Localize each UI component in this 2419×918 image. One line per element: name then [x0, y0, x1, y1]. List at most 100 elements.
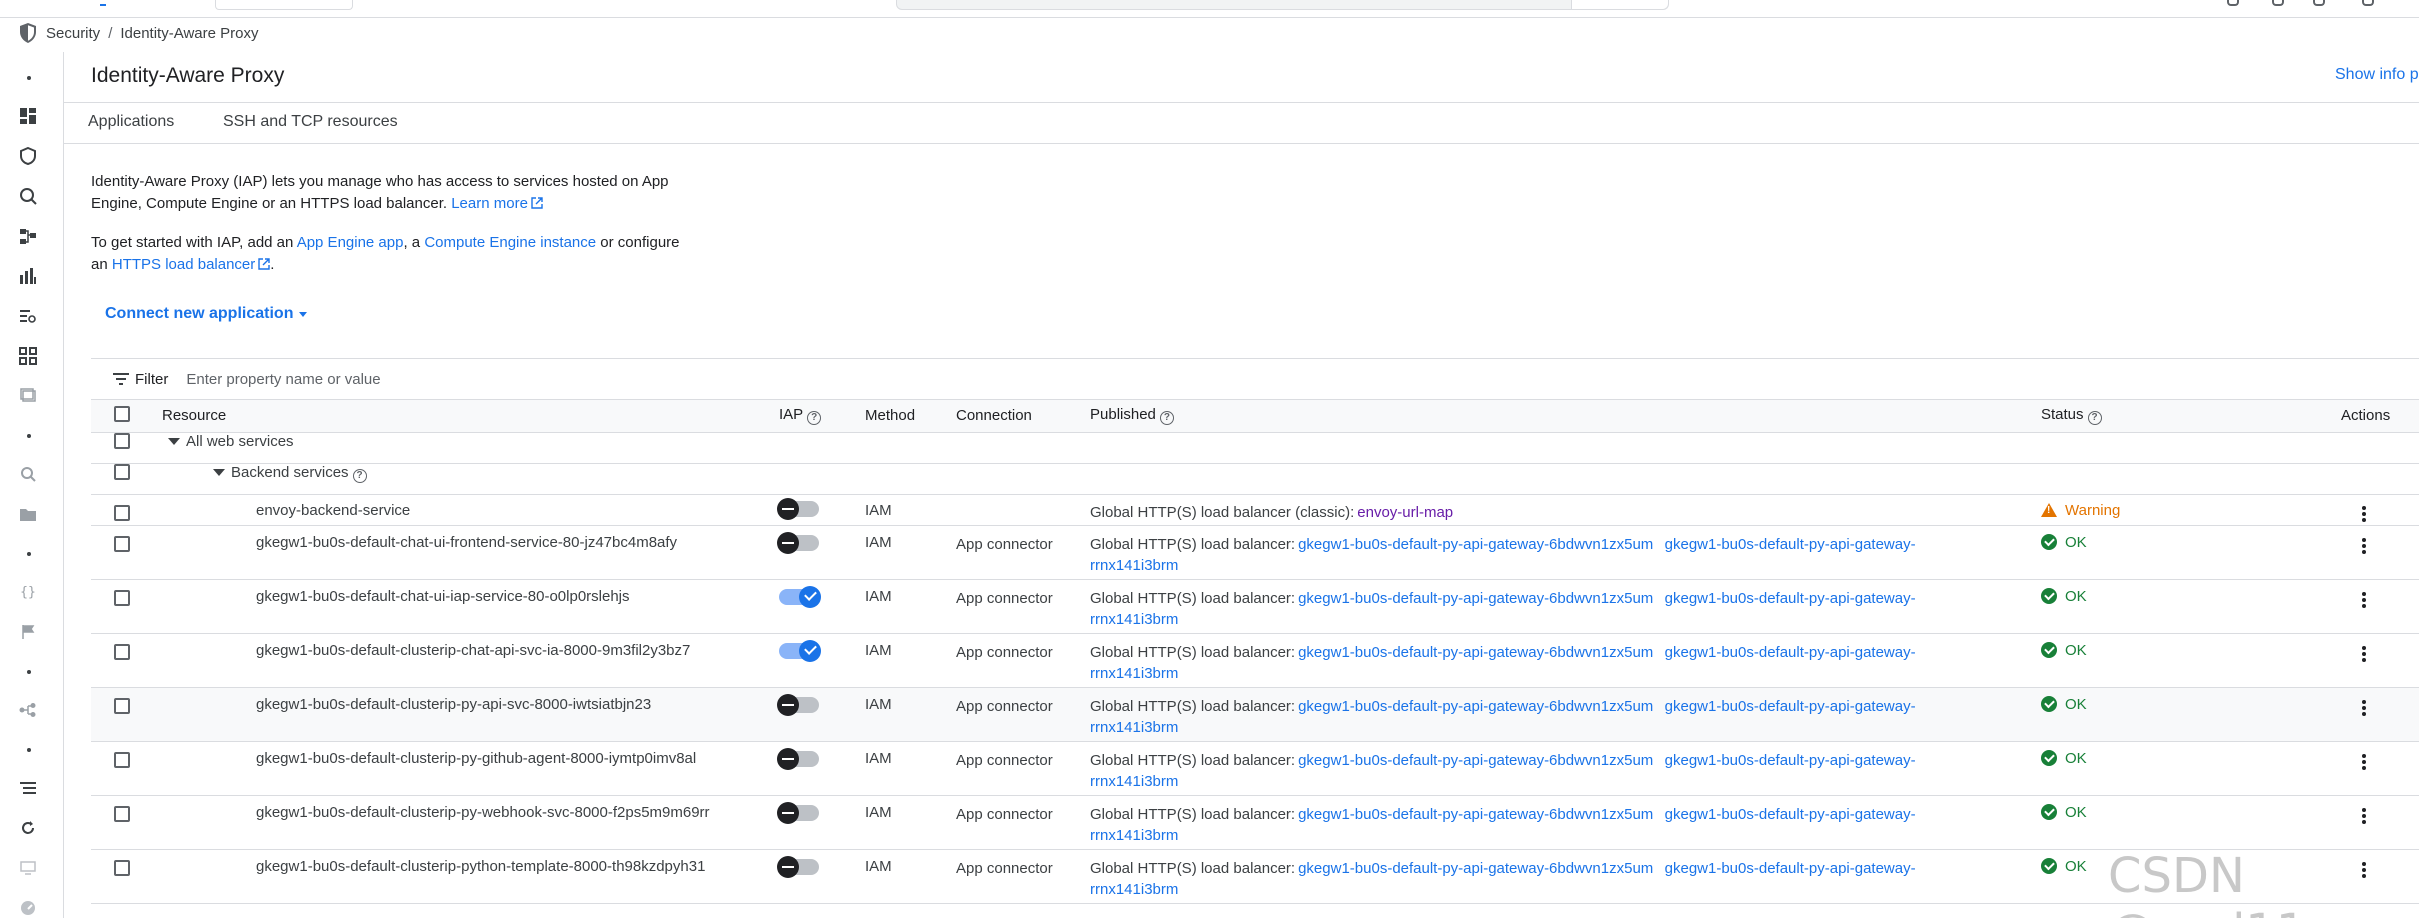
- row-checkbox[interactable]: [114, 751, 130, 768]
- iap-toggle[interactable]: [779, 639, 821, 662]
- intro-p2-pre: To get started with IAP, add an: [91, 234, 294, 251]
- project-picker[interactable]: [215, 0, 353, 10]
- intro-p2-end: .: [270, 256, 275, 273]
- load-balancer-link[interactable]: envoy-url-map: [1357, 504, 1453, 521]
- help-icon[interactable]: ?: [2087, 411, 2102, 426]
- group-row-backend-services[interactable]: Backend services?: [91, 463, 2419, 495]
- resource-cell: gkegw1-bu0s-default-clusterip-python-tem…: [162, 849, 779, 904]
- table-row[interactable]: gkegw1-bu0s-default-clusterip-python-tem…: [91, 849, 2419, 904]
- help-icon[interactable]: ?: [1159, 411, 1174, 426]
- app-engine-app-link[interactable]: App Engine app: [297, 234, 404, 251]
- compliance-icon[interactable]: [18, 266, 38, 286]
- hierarchy-icon[interactable]: [18, 700, 38, 720]
- load-balancer-link[interactable]: gkegw1-bu0s-default-py-api-gateway-6bdwv…: [1298, 644, 1653, 661]
- more-actions-icon[interactable]: [2361, 642, 2367, 662]
- tab-applications[interactable]: Applications: [88, 113, 174, 131]
- table-row[interactable]: gkegw1-bu0s-default-clusterip-py-api-svc…: [91, 687, 2419, 742]
- col-connection[interactable]: Connection: [956, 400, 1090, 433]
- more-actions-icon[interactable]: [2361, 534, 2367, 554]
- more-actions-icon[interactable]: [2361, 804, 2367, 824]
- table-row[interactable]: gkegw1-bu0s-default-clusterip-chat-api-s…: [91, 633, 2419, 688]
- table-row[interactable]: envoy-backend-service IAM Global HTTP(S) l…: [91, 494, 2419, 526]
- iap-toggle[interactable]: [777, 693, 819, 716]
- help-icon[interactable]: ?: [807, 411, 822, 426]
- row-checkbox[interactable]: [114, 643, 130, 660]
- refresh-icon[interactable]: [18, 818, 38, 838]
- row-checkbox-cell: [91, 579, 162, 634]
- row-checkbox[interactable]: [114, 504, 130, 521]
- help-icon[interactable]: [2227, 0, 2239, 6]
- row-checkbox-cell: [91, 795, 162, 850]
- table-row[interactable]: gkegw1-bu0s-default-clusterip-py-github-…: [91, 741, 2419, 796]
- settings-icon[interactable]: [2362, 0, 2374, 6]
- col-method[interactable]: Method: [865, 400, 956, 433]
- find-list-icon[interactable]: [18, 306, 38, 326]
- load-balancer-link[interactable]: gkegw1-bu0s-default-py-api-gateway-6bdwv…: [1298, 806, 1653, 823]
- iap-toggle[interactable]: [777, 855, 819, 878]
- row-checkbox[interactable]: [114, 589, 130, 606]
- col-status[interactable]: Status?: [2041, 400, 2341, 433]
- iap-toggle[interactable]: [779, 585, 821, 608]
- copy-icon[interactable]: [18, 386, 38, 406]
- connect-new-application-button[interactable]: Connect new application: [105, 305, 308, 323]
- iap-toggle[interactable]: [777, 531, 819, 554]
- gauge-icon[interactable]: [18, 898, 38, 918]
- search-bar[interactable]: [896, 0, 1669, 10]
- more-actions-icon[interactable]: [2361, 502, 2367, 522]
- row-checkbox[interactable]: [114, 697, 130, 714]
- more-actions-icon[interactable]: [2361, 696, 2367, 716]
- col-published[interactable]: Published?: [1090, 400, 2041, 433]
- iap-toggle[interactable]: [777, 747, 819, 770]
- table-row[interactable]: gkegw1-bu0s-default-chat-ui-iap-service-…: [91, 579, 2419, 634]
- more-actions-icon[interactable]: [2361, 750, 2367, 770]
- expand-triangle-icon[interactable]: [213, 468, 225, 476]
- nav-dot: [27, 552, 31, 556]
- tab-ssh-tcp-resources[interactable]: SSH and TCP resources: [223, 113, 398, 131]
- apps-grid-icon[interactable]: [18, 346, 38, 366]
- row-checkbox[interactable]: [114, 463, 130, 480]
- flag-icon[interactable]: [18, 622, 38, 642]
- threat-detection-icon[interactable]: [18, 186, 38, 206]
- load-balancer-link[interactable]: gkegw1-bu0s-default-py-api-gateway-6bdwv…: [1298, 752, 1653, 769]
- learn-more-link[interactable]: Learn more: [451, 195, 528, 212]
- col-iap[interactable]: IAP?: [779, 400, 865, 433]
- notifications-icon[interactable]: [2272, 0, 2284, 6]
- row-checkbox[interactable]: [114, 859, 130, 876]
- monitor-icon[interactable]: [18, 858, 38, 878]
- https-load-balancer-link[interactable]: HTTPS load balancer: [112, 256, 255, 273]
- load-balancer-link[interactable]: gkegw1-bu0s-default-py-api-gateway-6bdwv…: [1298, 860, 1653, 877]
- iap-toggle[interactable]: [777, 497, 819, 520]
- breadcrumb-security[interactable]: Security: [46, 25, 100, 42]
- status-badge: OK: [2041, 804, 2341, 821]
- security-shield-icon[interactable]: [18, 146, 38, 166]
- list-icon[interactable]: [18, 778, 38, 798]
- row-checkbox[interactable]: [114, 805, 130, 822]
- expand-triangle-icon[interactable]: [168, 437, 180, 445]
- dashboard-icon[interactable]: [18, 106, 38, 126]
- nav-dot: [27, 434, 31, 438]
- select-all-checkbox[interactable]: [114, 405, 130, 422]
- help-icon[interactable]: ?: [352, 468, 367, 483]
- load-balancer-link[interactable]: gkegw1-bu0s-default-py-api-gateway-6bdwv…: [1298, 590, 1653, 607]
- network-icon[interactable]: [18, 226, 38, 246]
- iap-toggle[interactable]: [777, 801, 819, 824]
- search-icon[interactable]: [18, 464, 38, 484]
- status-cell: OK: [2041, 633, 2341, 688]
- show-info-panel-link[interactable]: Show info panel: [2335, 66, 2419, 84]
- connection-cell: App connector: [956, 741, 1090, 796]
- load-balancer-link[interactable]: gkegw1-bu0s-default-py-api-gateway-6bdwv…: [1298, 536, 1653, 553]
- col-resource[interactable]: Resource: [162, 400, 779, 433]
- table-row[interactable]: gkegw1-bu0s-default-chat-ui-frontend-ser…: [91, 525, 2419, 580]
- load-balancer-link[interactable]: gkegw1-bu0s-default-py-api-gateway-6bdwv…: [1298, 698, 1653, 715]
- row-checkbox[interactable]: [114, 432, 130, 449]
- compute-engine-instance-link[interactable]: Compute Engine instance: [424, 234, 596, 251]
- cloud-shell-icon[interactable]: [2313, 0, 2325, 6]
- more-actions-icon[interactable]: [2361, 588, 2367, 608]
- folder-icon[interactable]: [18, 504, 38, 524]
- row-checkbox[interactable]: [114, 535, 130, 552]
- group-row-all-web-services[interactable]: All web services: [91, 432, 2419, 464]
- filter-input[interactable]: Enter property name or value: [186, 371, 380, 388]
- table-row[interactable]: gkegw1-bu0s-default-clusterip-py-webhook…: [91, 795, 2419, 850]
- search-button[interactable]: [1571, 0, 1668, 9]
- code-braces-icon[interactable]: {}: [18, 582, 38, 602]
